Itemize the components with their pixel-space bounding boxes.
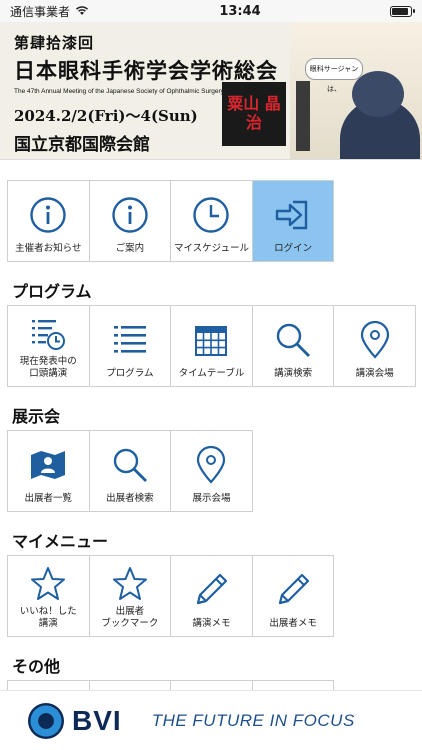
tile-label: ご案内 — [115, 243, 145, 254]
tile-lecture-memo[interactable]: 講演メモ — [170, 555, 253, 637]
info-icon — [110, 195, 150, 235]
president-stamp: 粟山 晶治 — [222, 82, 286, 146]
speech-bubble: 眼科サージャンは、 — [305, 58, 363, 93]
pencil-icon — [273, 570, 313, 610]
tile-exhibitor-memo[interactable]: 出展者メモ — [251, 555, 335, 637]
tile-label: 現在発表中の 口頭講演 — [20, 356, 77, 380]
tile-other-4[interactable] — [251, 680, 335, 690]
tile-label-line1: 現在発表中の — [19, 356, 77, 367]
info-icon — [28, 195, 68, 235]
tile-label: マイスケジュール — [173, 243, 250, 254]
pagoda-illustration — [296, 81, 310, 151]
tile-label: 主催者お知らせ — [15, 243, 82, 254]
program-grid: 現在発表中の 口頭講演 プログラム タイムテーブル 講演検索 講演会場 — [7, 305, 416, 387]
clock-icon — [191, 195, 231, 235]
tile-guide[interactable]: ご案内 — [88, 180, 172, 262]
tile-label: 出展者検索 — [106, 493, 154, 504]
map-pin-icon — [355, 320, 395, 360]
top-menu-grid: 主催者お知らせ ご案内 マイスケジュール ログイン — [7, 180, 415, 262]
pencil-icon — [191, 570, 231, 610]
tile-label: 講演検索 — [274, 368, 313, 379]
tile-liked-lectures[interactable]: いいね！した 講演 — [7, 555, 90, 637]
tile-other-2[interactable] — [88, 680, 172, 690]
ad-brand: BVI — [72, 704, 122, 736]
tile-label-line1: 出展者 — [115, 606, 145, 617]
tile-label: 講演会場 — [355, 368, 394, 379]
list-clock-icon — [30, 316, 66, 352]
tile-label-line2: 口頭講演 — [29, 368, 68, 379]
search-icon — [110, 445, 150, 485]
tile-label: プログラム — [106, 368, 154, 379]
wifi-icon — [74, 4, 90, 19]
tile-label: いいね！した 講演 — [20, 606, 77, 630]
tile-current-oral[interactable]: 現在発表中の 口頭講演 — [7, 305, 90, 387]
carrier-label: 通信事業者 — [10, 4, 71, 19]
list-icon — [110, 320, 150, 360]
map-pin-icon — [191, 445, 231, 485]
section-title-program: プログラム — [12, 282, 92, 301]
tile-label: タイムテーブル — [178, 368, 245, 379]
exhibitor-map-icon — [28, 445, 68, 485]
tile-label-line2: 講演 — [38, 618, 58, 629]
clock: 13:44 — [219, 3, 261, 19]
tile-label: ログイン — [274, 243, 313, 254]
tile-label-line1: いいね！した — [19, 606, 77, 617]
tile-label-line2: ブックマーク — [101, 618, 159, 629]
tile-organizer-notices[interactable]: 主催者お知らせ — [7, 180, 90, 262]
ad-banner[interactable]: BVI THE FUTURE IN FOCUS — [0, 690, 422, 750]
banner-edition: 第肆拾漆回 — [14, 34, 95, 52]
tile-exhibitor-search[interactable]: 出展者検索 — [88, 430, 172, 512]
search-icon — [273, 320, 313, 360]
ninja-head-illustration — [352, 71, 404, 117]
bvi-eye-logo-icon — [28, 702, 64, 739]
tile-login[interactable]: ログイン — [251, 180, 335, 262]
calendar-icon — [191, 320, 231, 360]
tile-my-schedule[interactable]: マイスケジュール — [170, 180, 253, 262]
tile-other-3[interactable] — [170, 680, 253, 690]
tile-other-1[interactable] — [7, 680, 90, 690]
section-title-my-menu: マイメニュー — [12, 532, 109, 551]
section-title-exhibition: 展示会 — [12, 407, 61, 426]
tile-lecture-search[interactable]: 講演検索 — [251, 305, 335, 387]
exhibition-grid: 出展者一覧 出展者検索 展示会場 — [7, 430, 415, 512]
star-icon — [30, 566, 66, 602]
tile-lecture-venue[interactable]: 講演会場 — [333, 305, 416, 387]
other-grid — [7, 680, 415, 690]
status-bar: 通信事業者 13:44 — [0, 0, 422, 22]
tile-label: 展示会場 — [192, 493, 231, 504]
tile-timetable[interactable]: タイムテーブル — [170, 305, 253, 387]
tile-exhibitor-bookmarks[interactable]: 出展者 ブックマーク — [88, 555, 172, 637]
login-icon — [273, 195, 313, 235]
tile-program[interactable]: プログラム — [88, 305, 172, 387]
menu-content: 主催者お知らせ ご案内 マイスケジュール ログイン プログラム 現在発表中の 口… — [0, 160, 422, 690]
tile-label: 出展者一覧 — [24, 493, 73, 504]
tile-exhibitor-list[interactable]: 出展者一覧 — [7, 430, 90, 512]
tile-label: 出展者 ブックマーク — [101, 606, 158, 630]
star-icon — [112, 566, 148, 602]
ad-tagline: THE FUTURE IN FOCUS — [151, 710, 355, 730]
section-title-other: その他 — [12, 657, 61, 676]
my-menu-grid: いいね！した 講演 出展者 ブックマーク 講演メモ 出展者メモ — [7, 555, 415, 637]
battery-icon — [390, 5, 415, 17]
event-banner[interactable]: 眼科サージャンは、 第肆拾漆回 日本眼科手術学会学術総会 The 47th An… — [0, 22, 422, 160]
tile-exhibition-venue[interactable]: 展示会場 — [170, 430, 253, 512]
tile-label: 出展者メモ — [269, 618, 317, 629]
banner-title: 日本眼科手術学会学術総会 — [14, 58, 278, 83]
tile-label: 講演メモ — [192, 618, 231, 629]
